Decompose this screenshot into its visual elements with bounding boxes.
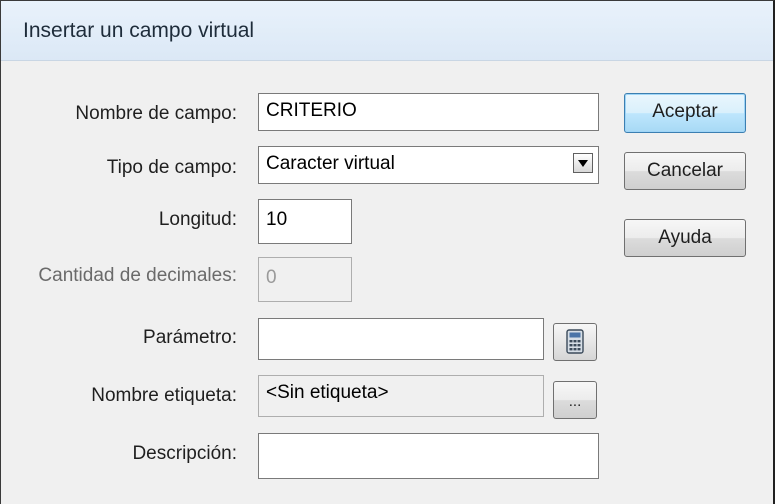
field-type-select[interactable]: Caracter virtual — [258, 146, 599, 184]
tag-name-input: <Sin etiqueta> — [258, 375, 544, 417]
parameter-label: Parámetro: — [143, 327, 237, 348]
calculator-icon — [566, 329, 584, 354]
decimals-label: Cantidad de decimales: — [38, 265, 237, 286]
field-name-label: Nombre de campo: — [75, 103, 237, 124]
tag-browse-button[interactable]: ... — [553, 381, 597, 419]
help-button[interactable]: Ayuda — [624, 219, 746, 257]
description-label: Descripción: — [132, 443, 237, 464]
decimals-input: 0 — [258, 257, 352, 302]
title-bar: Insertar un campo virtual — [1, 1, 773, 61]
field-type-label: Tipo de campo: — [106, 157, 237, 178]
accept-button[interactable]: Aceptar — [624, 93, 746, 133]
field-type-value: Caracter virtual — [266, 153, 395, 174]
field-name-input[interactable]: CRITERIO — [258, 93, 599, 131]
tag-name-label: Nombre etiqueta: — [91, 385, 237, 406]
chevron-down-icon[interactable] — [573, 153, 593, 173]
dialog-title: Insertar un campo virtual — [23, 19, 255, 42]
cancel-button[interactable]: Cancelar — [624, 152, 746, 190]
length-input[interactable]: 10 — [258, 199, 352, 244]
description-input[interactable] — [258, 433, 599, 479]
parameter-input[interactable] — [258, 318, 544, 360]
dialog: Insertar un campo virtual Nombre de camp… — [0, 0, 775, 504]
length-label: Longitud: — [158, 209, 237, 230]
calculator-button[interactable] — [553, 323, 597, 361]
